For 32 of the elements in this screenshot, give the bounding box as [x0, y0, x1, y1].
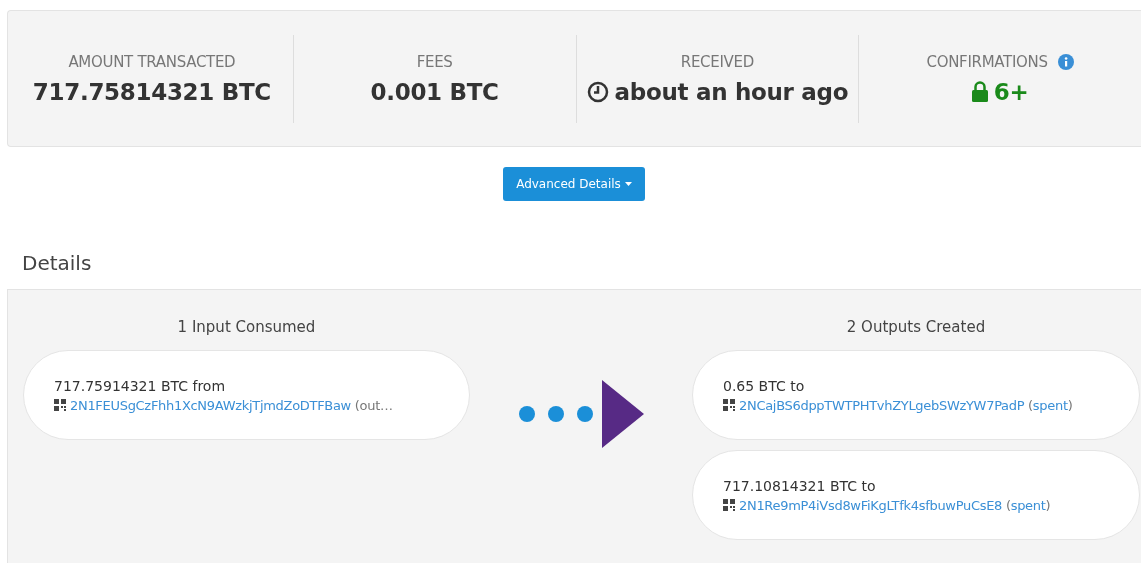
qr-code-icon [54, 399, 66, 411]
address-line: 2N1FEUSgCzFhh1XcN9AWzkjTjmdZoDTFBaw (out… [70, 397, 393, 413]
status-link[interactable]: spent [1032, 397, 1068, 413]
address-link[interactable]: 2N1Re9mP4iVsd8wFiKgLTfk4sfbuwPuCsE8 [739, 497, 1003, 513]
stat-value: 717.75814321 BTC [32, 78, 271, 105]
stat-label: AMOUNT TRANSACTED [68, 52, 236, 71]
lock-icon [971, 81, 988, 102]
section-heading: Details [22, 251, 93, 277]
address-link[interactable]: 2N1FEUSgCzFhh1XcN9AWzkjTjmdZoDTFBaw [70, 397, 351, 413]
column-heading: 1 Input Consumed [177, 318, 316, 338]
qr-code-icon [723, 399, 735, 411]
stat-value: 6+ [993, 78, 1029, 105]
amount-text: 717.75914321 BTC from [54, 377, 227, 394]
clock-icon [586, 80, 609, 103]
amount-text: 0.65 BTC to [723, 377, 806, 394]
caret-icon [624, 182, 632, 186]
stat-value: about an hour ago [614, 78, 849, 105]
stat-value: 0.001 BTC [370, 78, 499, 105]
address-link[interactable]: 2NCajBS6dppTWTPHTvhZYLgebSWzYW7PadP [739, 397, 1025, 413]
stat-label: RECEIVED [680, 52, 754, 71]
stat-label: CONFIRMATIONS [926, 52, 1048, 71]
info-icon[interactable] [1057, 53, 1074, 70]
advanced-details-button[interactable]: Advanced Details [503, 167, 645, 201]
amount-text: 717.10814321 BTC to [723, 477, 877, 494]
status-link[interactable]: spent [1010, 497, 1046, 513]
address-line: 2NCajBS6dppTWTPHTvhZYLgebSWzYW7PadP (spent) [739, 397, 1073, 413]
dots-icon [518, 405, 594, 423]
qr-code-icon [723, 499, 735, 511]
arrow-icon [602, 380, 644, 448]
address-line: 2N1Re9mP4iVsd8wFiKgLTfk4sfbuwPuCsE8 (spent) [739, 497, 1051, 513]
column-heading: 2 Outputs Created [846, 318, 986, 338]
stat-label: FEES [416, 52, 453, 71]
